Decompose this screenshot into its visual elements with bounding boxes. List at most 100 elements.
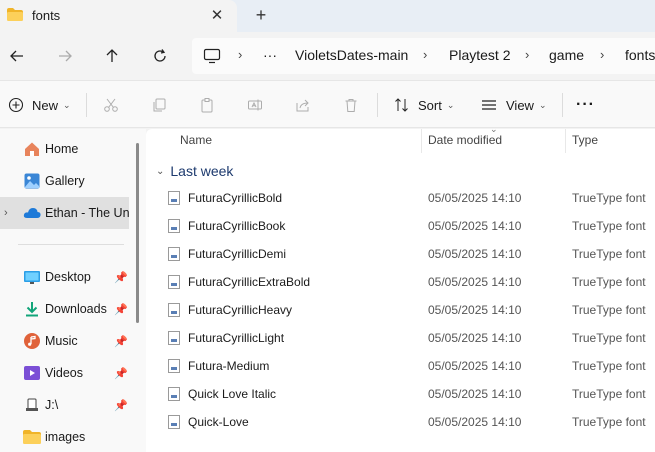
font-file-icon	[168, 247, 180, 261]
group-header-last-week[interactable]: ⌄ Last week	[156, 162, 233, 180]
file-row[interactable]: FuturaCyrillicBold 05/05/2025 14:10 True…	[164, 184, 655, 212]
sidebar-item-gallery[interactable]: Gallery	[0, 165, 129, 197]
chevron-down-icon: ⌄	[538, 99, 547, 110]
column-header-name[interactable]: Name	[180, 133, 212, 147]
pin-icon[interactable]: 📌	[114, 271, 128, 284]
file-date: 05/05/2025 14:10	[428, 191, 522, 205]
this-pc-icon[interactable]	[203, 48, 221, 67]
tab-title: fonts	[32, 8, 61, 23]
folder-icon	[7, 8, 23, 21]
tab-fonts[interactable]: fonts ✕	[0, 0, 237, 32]
pin-icon[interactable]: 📌	[114, 303, 128, 316]
file-row[interactable]: Quick Love Italic 05/05/2025 14:10 TrueT…	[164, 380, 655, 408]
sort-button[interactable]: Sort ⌄	[394, 93, 454, 117]
sidebar-item-videos[interactable]: Videos 📌	[0, 357, 129, 389]
rename-button[interactable]	[247, 93, 263, 117]
navigation-bar: › ··· VioletsDates-main › Playtest 2 › g…	[0, 32, 655, 80]
clipboard-icon	[201, 98, 213, 113]
up-arrow-icon[interactable]	[100, 44, 124, 68]
sidebar-item-images[interactable]: images	[0, 421, 129, 452]
sidebar-item-downloads[interactable]: Downloads 📌	[0, 293, 129, 325]
delete-button[interactable]	[343, 93, 359, 117]
pin-icon[interactable]: 📌	[114, 367, 128, 380]
column-header-type[interactable]: Type	[572, 133, 598, 147]
share-icon	[296, 99, 309, 112]
pin-icon[interactable]: 📌	[114, 335, 128, 348]
file-row[interactable]: FuturaCyrillicExtraBold 05/05/2025 14:10…	[164, 268, 655, 296]
chevron-right-icon[interactable]: ›	[600, 47, 604, 62]
sort-label: Sort	[418, 97, 442, 113]
sidebar-item-home[interactable]: Home	[0, 133, 129, 165]
file-row[interactable]: FuturaCyrillicHeavy 05/05/2025 14:10 Tru…	[164, 296, 655, 324]
share-button[interactable]	[295, 93, 311, 117]
file-name: FuturaCyrillicHeavy	[188, 303, 293, 317]
sidebar-item-label: images	[45, 430, 86, 444]
cut-button[interactable]	[103, 93, 119, 117]
font-file-icon	[168, 275, 180, 289]
sidebar-divider	[18, 244, 124, 245]
font-file-icon	[168, 387, 180, 401]
sidebar-item-drive-j[interactable]: J:\ 📌	[0, 389, 129, 421]
file-row[interactable]: Futura-Medium 05/05/2025 14:10 TrueType …	[164, 352, 655, 380]
breadcrumb-fonts[interactable]: fonts	[625, 47, 655, 63]
column-header-date-modified[interactable]: Date modified	[428, 133, 502, 147]
forward-arrow-icon[interactable]	[53, 44, 77, 68]
chevron-down-icon: ⌄	[156, 165, 165, 177]
file-type: TrueType font	[572, 275, 646, 289]
sidebar-item-onedrive[interactable]: › Ethan - The University	[0, 197, 129, 229]
column-divider[interactable]	[421, 129, 422, 153]
file-date: 05/05/2025 14:10	[428, 359, 522, 373]
chevron-right-icon[interactable]: ›	[423, 47, 427, 62]
file-date: 05/05/2025 14:10	[428, 275, 522, 289]
videos-icon	[23, 364, 41, 382]
sidebar-item-desktop[interactable]: Desktop 📌	[0, 261, 129, 293]
new-tab-button[interactable]: +	[250, 4, 272, 26]
paste-button[interactable]	[199, 93, 215, 117]
navigation-pane: Home Gallery › Ethan - The University De…	[0, 129, 146, 452]
file-name: Quick-Love	[188, 415, 249, 429]
file-type: TrueType font	[572, 303, 646, 317]
sidebar-scrollbar[interactable]	[136, 143, 139, 323]
file-name: FuturaCyrillicBold	[188, 191, 283, 205]
breadcrumb-game[interactable]: game	[549, 47, 584, 63]
more-breadcrumbs-button[interactable]: ···	[263, 47, 277, 63]
close-tab-icon[interactable]: ✕	[207, 5, 227, 25]
trash-icon	[345, 99, 357, 112]
back-arrow-icon[interactable]	[5, 44, 29, 68]
file-date: 05/05/2025 14:10	[428, 387, 522, 401]
file-name: Quick Love Italic	[188, 387, 277, 401]
file-date: 05/05/2025 14:10	[428, 247, 522, 261]
file-row[interactable]: FuturaCyrillicBook 05/05/2025 14:10 True…	[164, 212, 655, 240]
file-type: TrueType font	[572, 359, 646, 373]
font-file-icon	[168, 303, 180, 317]
chevron-right-icon[interactable]: ›	[238, 47, 242, 62]
address-bar[interactable]: › ··· VioletsDates-main › Playtest 2 › g…	[192, 38, 655, 74]
gallery-icon	[23, 172, 41, 190]
new-label: New	[32, 97, 59, 113]
music-icon	[23, 332, 41, 350]
toolbar-divider	[377, 93, 378, 117]
see-more-button[interactable]: ···	[576, 93, 595, 117]
pin-icon[interactable]: 📌	[114, 399, 128, 412]
refresh-icon[interactable]	[148, 44, 172, 68]
column-divider[interactable]	[565, 129, 566, 153]
chevron-right-icon[interactable]: ›	[525, 47, 529, 62]
toolbar-divider	[86, 93, 87, 117]
chevron-right-icon[interactable]: ›	[4, 207, 8, 219]
sidebar-item-music[interactable]: Music 📌	[0, 325, 129, 357]
onedrive-cloud-icon	[23, 204, 41, 222]
breadcrumb-playtest-2[interactable]: Playtest 2	[449, 47, 510, 63]
copy-button[interactable]	[151, 93, 167, 117]
file-row[interactable]: FuturaCyrillicLight 05/05/2025 14:10 Tru…	[164, 324, 655, 352]
view-button[interactable]: View ⌄	[480, 93, 547, 117]
view-list-icon	[482, 100, 496, 110]
file-name: FuturaCyrillicExtraBold	[188, 275, 311, 289]
breadcrumb-violetsdates-main[interactable]: VioletsDates-main	[295, 47, 408, 63]
file-row[interactable]: FuturaCyrillicDemi 05/05/2025 14:10 True…	[164, 240, 655, 268]
file-type: TrueType font	[572, 247, 646, 261]
file-name: Futura-Medium	[188, 359, 270, 373]
sort-icon	[395, 98, 408, 112]
file-row[interactable]: Quick-Love 05/05/2025 14:10 TrueType fon…	[164, 408, 655, 436]
new-button[interactable]: New ⌄	[8, 93, 71, 117]
sidebar-item-label: Ethan - The University	[45, 206, 129, 220]
